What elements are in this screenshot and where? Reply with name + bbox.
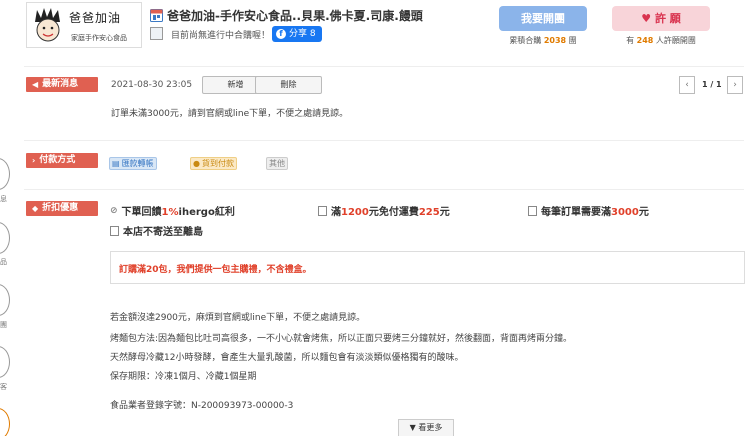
side-nav-label: 品 [0,258,7,266]
news-pager: 1 / 1 [702,80,722,89]
payment-cod-badge: ● 貨到付款 [190,157,237,170]
news-date: 2021-08-30 23:05 [111,80,193,90]
megaphone-icon: ◀ [32,80,39,89]
discount-text: 元 [638,207,649,218]
show-more-button[interactable]: ▼ 看更多 [398,419,454,436]
description-line: 天然酵母冷藏12小時發酵，會產生大量乳酸菌，所以麵包會有淡淡類似優格獨有的酸味。 [110,353,464,363]
news-delete-button[interactable]: 刪除 [255,76,322,94]
wish-button[interactable]: ♥ 許 願 [612,6,710,31]
side-nav-label: 團 [0,321,7,329]
discount-highlight: 225 [418,207,440,218]
payment-method-label: 貨到付款 [201,159,234,168]
side-nav-label: 息 [0,195,7,203]
side-nav-item-active[interactable] [0,408,10,436]
discount-tag-label: 折扣優惠 [42,203,79,213]
discount-text: 每筆訂單需要滿 [541,207,611,218]
bank-icon: ▤ [112,159,120,168]
divider [24,66,744,67]
side-nav-label: 客 [0,383,7,391]
store-header: 爸爸加油 家庭手作安心食品 爸爸加油-手作安心食品..貝果.佛卡夏.司康.饅頭 … [0,0,750,58]
payment-method-label: 其他 [269,159,285,168]
discount-highlight: 3000 [611,207,639,218]
tag-icon: ⊘ [110,205,118,216]
payment-other-badge: 其他 [266,157,288,170]
logo-title: 爸爸加油 [69,11,122,25]
facebook-share-button[interactable]: f 分享 8 [272,26,322,42]
wish-count: 248 [636,36,654,45]
wish-stat-suffix: 人許願開團 [655,36,696,45]
payment-tag: › 付款方式 [26,153,98,168]
payment-method-label: 匯款轉帳 [121,159,154,168]
heart-icon: ♥ [641,12,652,25]
discount-text: ihergo紅利 [178,207,235,218]
discount-text: 元免付運費 [368,207,419,218]
no-island-text: 本店不寄送至離島 [123,227,203,238]
coin-bag-icon: ● [193,159,200,168]
document-icon [110,225,119,236]
discount-highlight: 1% [161,207,179,218]
description-line: 烤麵包方法:因為麵包比吐司高很多，一不小心就會烤焦，所以正面只要烤三分鐘就好，然… [110,334,573,344]
gift-notice-box: 訂購滿20包，我們提供一包主購禮，不含禮盒。 [110,251,745,284]
document-icon [528,205,537,216]
divider [24,189,744,190]
side-nav-item-news[interactable] [0,158,10,190]
arrow-icon: › [32,156,36,165]
discount-minimum-order: 每筆訂單需要滿3000元 [528,203,649,218]
store-icon [150,9,163,22]
open-group-button[interactable]: 我要開團 [499,6,587,31]
discount-text: 元 [439,207,450,218]
store-avatar [150,27,163,40]
payment-tag-label: 付款方式 [39,155,76,165]
store-status: 目前尚無進行中合購喔！ [171,31,271,41]
news-tag: ◀ 最新消息 [26,77,98,92]
wish-label: 許 願 [654,12,681,25]
gift-notice-text: 訂購滿20包，我們提供一包主購禮，不含禮盒。 [119,265,312,275]
discount-bonus: ⊘ 下單回饋1%ihergo紅利 [110,203,235,219]
chevron-right-icon[interactable]: › [727,76,743,94]
open-group-stat: 累積合購 2038 團 [499,35,587,46]
description-line: 保存期限：冷凍1個月、冷藏1個星期 [110,372,257,382]
store-title[interactable]: 爸爸加油-手作安心食品..貝果.佛卡夏.司康.饅頭 [167,7,423,24]
document-icon [318,205,327,216]
payment-transfer-badge: ▤ 匯款轉帳 [109,157,157,170]
wish-stat: 有 248 人許願開團 [612,35,710,46]
description-line: 若金額沒達2900元，麻煩到官網或line下單，不便之處請見諒。 [110,313,366,323]
news-tag-label: 最新消息 [42,79,79,89]
side-nav-item-products[interactable] [0,222,10,254]
open-group-stat-prefix: 累積合購 [509,36,542,45]
side-nav-item-customers[interactable] [0,346,10,378]
chevron-left-icon[interactable]: ‹ [679,76,695,94]
divider [24,140,744,141]
facebook-icon: f [276,29,286,39]
discount-text: 下單回饋 [121,207,162,218]
discount-free-shipping: 滿1200元免付運費225元 [318,203,450,218]
discount-highlight: 1200 [341,207,369,218]
wish-stat-prefix: 有 [626,36,635,45]
logo-subtitle: 家庭手作安心食品 [71,34,127,42]
discount-no-island: 本店不寄送至離島 [110,223,203,238]
side-nav-item-groups[interactable] [0,284,10,316]
store-logo[interactable]: 爸爸加油 家庭手作安心食品 [26,2,142,48]
registration-number: 食品業者登錄字號：N-200093973-00000-3 [110,401,294,411]
open-group-count: 2038 [543,36,567,45]
discount-tag: ◆ 折扣優惠 [26,201,98,216]
share-label: 分享 8 [289,29,316,39]
open-group-stat-suffix: 團 [568,36,577,45]
discount-text: 滿 [331,207,341,218]
tag-icon: ◆ [32,204,39,213]
news-text: 訂單未滿3000元，請到官網或line下單，不便之處請見諒。 [111,109,349,119]
chef-face-icon [35,8,60,42]
